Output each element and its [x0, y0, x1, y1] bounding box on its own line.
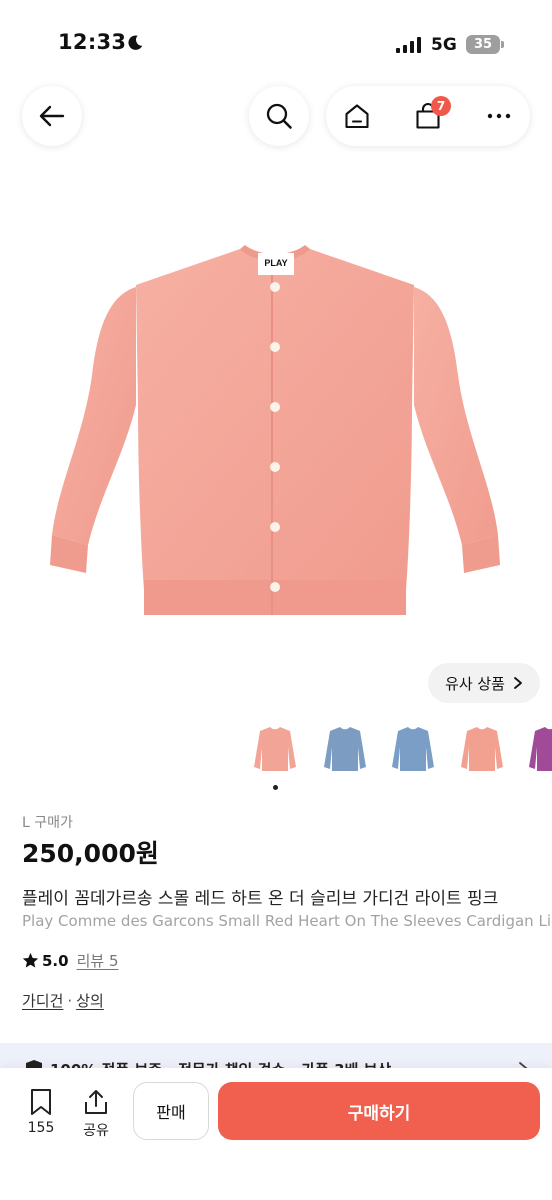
share-button[interactable]: 공유 — [76, 1088, 116, 1140]
share-label: 공유 — [83, 1123, 109, 1139]
product-image[interactable]: PLAY — [40, 235, 510, 630]
battery-tip — [501, 41, 504, 48]
share-icon — [85, 1090, 107, 1114]
review-link[interactable]: 리뷰 5 — [77, 950, 119, 971]
thumbnail-2[interactable] — [316, 723, 374, 777]
similar-products-label: 유사 상품 — [445, 674, 505, 693]
bookmark-icon — [31, 1089, 51, 1115]
category-link-tops[interactable]: 상의 — [76, 992, 104, 1010]
chevron-right-icon — [514, 677, 522, 689]
carousel-indicator — [273, 785, 278, 790]
cart-count-badge: 7 — [431, 96, 451, 116]
thumbnail-1[interactable] — [246, 723, 304, 777]
status-bar: 12:33 5G 35 — [0, 0, 552, 88]
buy-button[interactable]: 구매하기 — [218, 1082, 540, 1140]
signal-icon — [396, 37, 421, 53]
category-breadcrumb: 가디건 · 상의 — [22, 990, 104, 1011]
arrow-left-icon — [39, 105, 65, 127]
search-icon — [266, 103, 292, 129]
category-separator: · — [67, 992, 73, 1010]
similar-products-button[interactable]: 유사 상품 — [428, 663, 540, 703]
moon-icon — [128, 35, 143, 50]
thumbnail-3[interactable] — [384, 723, 442, 777]
wish-count: 155 — [27, 1120, 55, 1136]
sell-button[interactable]: 판매 — [133, 1082, 209, 1140]
home-button[interactable] — [342, 101, 372, 131]
price: 250,000원 — [22, 839, 159, 868]
bottom-action-bar: 155 공유 판매 구매하기 — [0, 1068, 552, 1200]
rating-row: 5.0 리뷰 5 — [22, 950, 119, 971]
status-time: 12:33 — [58, 30, 127, 54]
rating-value: 5.0 — [42, 951, 69, 970]
thumbnail-5[interactable] — [521, 723, 552, 777]
home-icon — [345, 104, 369, 129]
back-button[interactable] — [22, 86, 82, 146]
star-icon — [22, 952, 39, 968]
brand-tag-label: PLAY — [264, 258, 287, 268]
more-button[interactable] — [484, 101, 514, 131]
product-title-en: Play Comme des Garcons Small Red Heart O… — [22, 912, 552, 930]
network-label: 5G — [431, 35, 457, 55]
thumbnail-strip — [246, 723, 552, 777]
thumbnail-4[interactable] — [453, 723, 511, 777]
category-link-cardigan[interactable]: 가디건 — [22, 992, 63, 1010]
wishlist-button[interactable]: 155 — [21, 1088, 61, 1136]
product-title-ko: 플레이 꼼데가르송 스몰 레드 하트 온 더 슬리브 가디건 라이트 핑크 — [22, 889, 499, 909]
more-icon — [487, 113, 511, 119]
size-price-label: L 구매가 — [22, 815, 73, 831]
nav-pill — [326, 86, 530, 146]
search-button[interactable] — [249, 86, 309, 146]
battery-icon: 35 — [466, 35, 500, 54]
